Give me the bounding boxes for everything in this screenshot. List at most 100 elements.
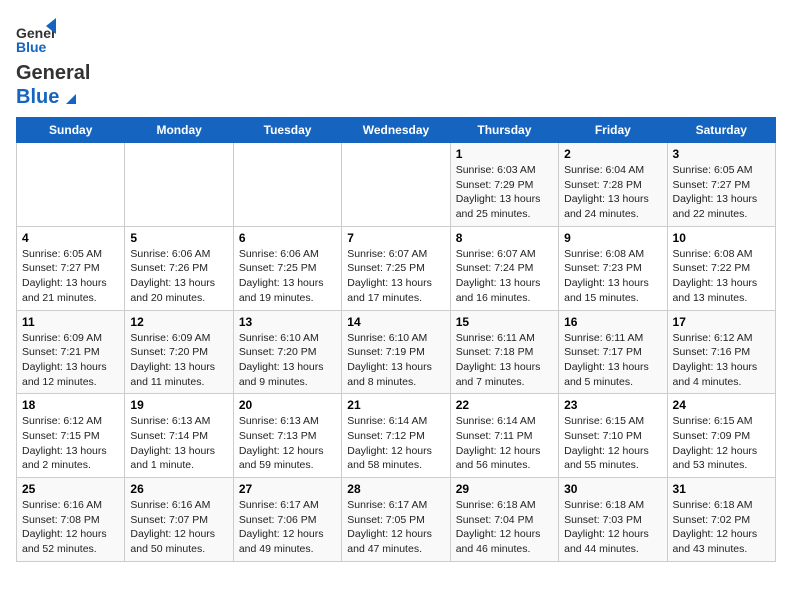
calendar-cell: 9 Sunrise: 6:08 AMSunset: 7:23 PMDaylight… [559, 226, 667, 310]
calendar-cell: 5 Sunrise: 6:06 AMSunset: 7:26 PMDaylight… [125, 226, 233, 310]
calendar-cell: 26 Sunrise: 6:16 AMSunset: 7:07 PMDayligh… [125, 478, 233, 562]
calendar-cell: 28Sunrise: 6:17 AMSunset: 7:05 PMDayligh… [342, 478, 450, 562]
day-number: 13 [239, 315, 336, 329]
calendar-cell: 19 Sunrise: 6:13 AMSunset: 7:14 PMDayligh… [125, 394, 233, 478]
header: General Blue General Blue [16, 16, 776, 109]
day-number: 9 [564, 231, 661, 245]
day-info: Sunrise: 6:09 AMSunset: 7:21 PMDaylight:… [22, 331, 119, 390]
calendar-cell [342, 143, 450, 227]
column-header-thursday: Thursday [450, 118, 558, 143]
calendar-cell: 13 Sunrise: 6:10 AMSunset: 7:20 PMDayligh… [233, 310, 341, 394]
day-number: 18 [22, 398, 119, 412]
column-header-saturday: Saturday [667, 118, 775, 143]
logo: General Blue General Blue [16, 16, 90, 109]
day-info: Sunrise: 6:15 AMSunset: 7:10 PMDaylight:… [564, 414, 661, 473]
logo-general-text: General [16, 62, 90, 84]
calendar-cell [125, 143, 233, 227]
calendar-cell [17, 143, 125, 227]
calendar-cell: 7 Sunrise: 6:07 AMSunset: 7:25 PMDaylight… [342, 226, 450, 310]
calendar-cell: 23 Sunrise: 6:15 AMSunset: 7:10 PMDayligh… [559, 394, 667, 478]
calendar-cell: 20 Sunrise: 6:13 AMSunset: 7:13 PMDayligh… [233, 394, 341, 478]
calendar-cell: 30 Sunrise: 6:18 AMSunset: 7:03 PMDayligh… [559, 478, 667, 562]
day-info: Sunrise: 6:14 AMSunset: 7:12 PMDaylight:… [347, 414, 444, 473]
calendar-cell: 15 Sunrise: 6:11 AMSunset: 7:18 PMDayligh… [450, 310, 558, 394]
day-info: Sunrise: 6:05 AMSunset: 7:27 PMDaylight:… [673, 163, 770, 222]
day-info: Sunrise: 6:06 AMSunset: 7:25 PMDaylight:… [239, 247, 336, 306]
day-number: 12 [130, 315, 227, 329]
day-info: Sunrise: 6:11 AMSunset: 7:18 PMDaylight:… [456, 331, 553, 390]
day-info: Sunrise: 6:10 AMSunset: 7:19 PMDaylight:… [347, 331, 444, 390]
day-info: Sunrise: 6:15 AMSunset: 7:09 PMDaylight:… [673, 414, 770, 473]
day-info: Sunrise: 6:11 AMSunset: 7:17 PMDaylight:… [564, 331, 661, 390]
day-number: 25 [22, 482, 119, 496]
calendar-cell: 14 Sunrise: 6:10 AMSunset: 7:19 PMDayligh… [342, 310, 450, 394]
column-header-sunday: Sunday [17, 118, 125, 143]
day-info: Sunrise: 6:16 AMSunset: 7:07 PMDaylight:… [130, 498, 227, 557]
day-info: Sunrise: 6:18 AMSunset: 7:03 PMDaylight:… [564, 498, 661, 557]
column-header-monday: Monday [125, 118, 233, 143]
calendar-table: SundayMondayTuesdayWednesdayThursdayFrid… [16, 117, 776, 562]
day-info: Sunrise: 6:12 AMSunset: 7:15 PMDaylight:… [22, 414, 119, 473]
day-number: 23 [564, 398, 661, 412]
day-info: Sunrise: 6:14 AMSunset: 7:11 PMDaylight:… [456, 414, 553, 473]
day-number: 5 [130, 231, 227, 245]
day-number: 3 [673, 147, 770, 161]
calendar-cell [233, 143, 341, 227]
day-number: 26 [130, 482, 227, 496]
logo-blue-text: Blue [16, 86, 59, 108]
logo-icon: General Blue [16, 16, 56, 56]
day-number: 29 [456, 482, 553, 496]
day-info: Sunrise: 6:08 AMSunset: 7:23 PMDaylight:… [564, 247, 661, 306]
calendar-cell: 21 Sunrise: 6:14 AMSunset: 7:12 PMDayligh… [342, 394, 450, 478]
calendar-cell: 18 Sunrise: 6:12 AMSunset: 7:15 PMDayligh… [17, 394, 125, 478]
day-number: 19 [130, 398, 227, 412]
day-number: 31 [673, 482, 770, 496]
day-number: 20 [239, 398, 336, 412]
day-info: Sunrise: 6:17 AMSunset: 7:06 PMDaylight:… [239, 498, 336, 557]
calendar-cell: 12 Sunrise: 6:09 AMSunset: 7:20 PMDayligh… [125, 310, 233, 394]
calendar-cell: 4 Sunrise: 6:05 AMSunset: 7:27 PMDaylight… [17, 226, 125, 310]
day-number: 24 [673, 398, 770, 412]
column-header-wednesday: Wednesday [342, 118, 450, 143]
svg-text:Blue: Blue [16, 39, 47, 55]
day-number: 10 [673, 231, 770, 245]
day-number: 21 [347, 398, 444, 412]
day-info: Sunrise: 6:10 AMSunset: 7:20 PMDaylight:… [239, 331, 336, 390]
day-info: Sunrise: 6:07 AMSunset: 7:24 PMDaylight:… [456, 247, 553, 306]
day-number: 7 [347, 231, 444, 245]
column-header-friday: Friday [559, 118, 667, 143]
calendar-cell: 31Sunrise: 6:18 AMSunset: 7:02 PMDayligh… [667, 478, 775, 562]
day-info: Sunrise: 6:03 AMSunset: 7:29 PMDaylight:… [456, 163, 553, 222]
day-number: 15 [456, 315, 553, 329]
day-info: Sunrise: 6:18 AMSunset: 7:04 PMDaylight:… [456, 498, 553, 557]
day-info: Sunrise: 6:06 AMSunset: 7:26 PMDaylight:… [130, 247, 227, 306]
day-info: Sunrise: 6:09 AMSunset: 7:20 PMDaylight:… [130, 331, 227, 390]
calendar-cell: 1 Sunrise: 6:03 AMSunset: 7:29 PMDaylight… [450, 143, 558, 227]
calendar-cell: 24 Sunrise: 6:15 AMSunset: 7:09 PMDayligh… [667, 394, 775, 478]
day-info: Sunrise: 6:12 AMSunset: 7:16 PMDaylight:… [673, 331, 770, 390]
column-header-tuesday: Tuesday [233, 118, 341, 143]
day-number: 6 [239, 231, 336, 245]
day-info: Sunrise: 6:05 AMSunset: 7:27 PMDaylight:… [22, 247, 119, 306]
day-info: Sunrise: 6:16 AMSunset: 7:08 PMDaylight:… [22, 498, 119, 557]
day-number: 4 [22, 231, 119, 245]
day-number: 17 [673, 315, 770, 329]
day-info: Sunrise: 6:07 AMSunset: 7:25 PMDaylight:… [347, 247, 444, 306]
day-number: 2 [564, 147, 661, 161]
day-info: Sunrise: 6:08 AMSunset: 7:22 PMDaylight:… [673, 247, 770, 306]
day-info: Sunrise: 6:13 AMSunset: 7:13 PMDaylight:… [239, 414, 336, 473]
calendar-cell: 29 Sunrise: 6:18 AMSunset: 7:04 PMDayligh… [450, 478, 558, 562]
day-number: 30 [564, 482, 661, 496]
day-info: Sunrise: 6:04 AMSunset: 7:28 PMDaylight:… [564, 163, 661, 222]
calendar-cell: 17 Sunrise: 6:12 AMSunset: 7:16 PMDayligh… [667, 310, 775, 394]
calendar-cell: 25 Sunrise: 6:16 AMSunset: 7:08 PMDayligh… [17, 478, 125, 562]
day-info: Sunrise: 6:13 AMSunset: 7:14 PMDaylight:… [130, 414, 227, 473]
calendar-cell: 3 Sunrise: 6:05 AMSunset: 7:27 PMDaylight… [667, 143, 775, 227]
day-number: 28 [347, 482, 444, 496]
day-number: 27 [239, 482, 336, 496]
day-number: 11 [22, 315, 119, 329]
calendar-cell: 16Sunrise: 6:11 AMSunset: 7:17 PMDayligh… [559, 310, 667, 394]
day-number: 14 [347, 315, 444, 329]
day-number: 1 [456, 147, 553, 161]
calendar-cell: 6 Sunrise: 6:06 AMSunset: 7:25 PMDaylight… [233, 226, 341, 310]
